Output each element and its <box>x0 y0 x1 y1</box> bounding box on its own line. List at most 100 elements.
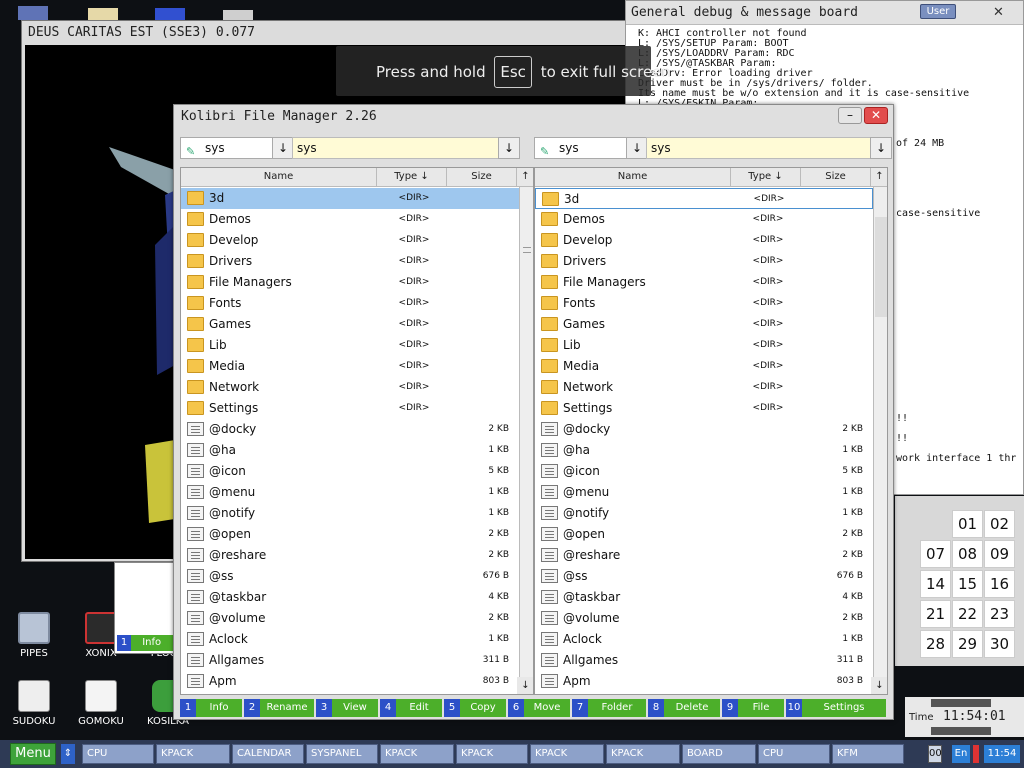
left-file-panel[interactable]: Name Type ↓ Size ↑ 3d <DIR> Demos <DIR> Deve… <box>180 167 534 695</box>
calendar-day[interactable]: 15 <box>952 570 983 598</box>
col-header-size[interactable]: Size <box>801 168 871 187</box>
left-scrollbar[interactable] <box>519 187 533 677</box>
fkey-settings-button[interactable]: 10 Settings <box>786 699 888 717</box>
folder-row[interactable]: Fonts <DIR> <box>181 293 519 314</box>
calendar-day[interactable]: 22 <box>952 600 983 628</box>
col-header-size[interactable]: Size <box>447 168 517 187</box>
calendar-day[interactable]: 14 <box>920 570 951 598</box>
file-row[interactable]: @open 2 KB <box>181 524 519 545</box>
col-header-name[interactable]: Name <box>535 168 731 187</box>
folder-row[interactable]: Games <DIR> <box>535 314 873 335</box>
fkey-delete-button[interactable]: 8 Delete <box>648 699 722 717</box>
file-row[interactable]: @volume 2 KB <box>181 608 519 629</box>
calendar-day[interactable]: 16 <box>984 570 1015 598</box>
left-path-input[interactable]: sys <box>292 137 500 159</box>
taskbar-item[interactable]: KPACK <box>456 744 528 764</box>
calendar-day[interactable]: 21 <box>920 600 951 628</box>
tray-lang[interactable]: En <box>952 745 970 763</box>
taskbar-item[interactable]: KPACK <box>530 744 604 764</box>
fkey-file-button[interactable]: 9 File <box>722 699 786 717</box>
file-row[interactable]: @ss 676 B <box>181 566 519 587</box>
file-row[interactable]: @reshare 2 KB <box>181 545 519 566</box>
close-button[interactable]: ✕ <box>864 107 888 124</box>
file-row[interactable]: @icon 5 KB <box>535 461 873 482</box>
folder-row[interactable]: Lib <DIR> <box>535 335 873 356</box>
calendar-day[interactable]: 09 <box>984 540 1015 568</box>
folder-row[interactable]: Games <DIR> <box>181 314 519 335</box>
left-drive-select[interactable]: ✎ sys <box>180 137 274 159</box>
switch-icon[interactable]: ⇕ <box>61 744 75 764</box>
scrollbar-thumb[interactable] <box>875 217 887 317</box>
desktop-icon[interactable] <box>223 10 253 20</box>
info-fkey[interactable]: 1 Info <box>117 635 173 651</box>
file-row[interactable]: Aclock 1 KB <box>535 629 873 650</box>
calendar-day[interactable]: 08 <box>952 540 983 568</box>
calendar-day[interactable]: 02 <box>984 510 1015 538</box>
file-row[interactable]: @menu 1 KB <box>181 482 519 503</box>
chevron-down-icon[interactable]: ↓ <box>498 137 520 159</box>
chevron-down-icon[interactable]: ↓ <box>626 137 648 159</box>
chevron-down-icon[interactable]: ↓ <box>272 137 294 159</box>
right-drive-select[interactable]: ✎ sys <box>534 137 628 159</box>
calendar-day[interactable]: 30 <box>984 630 1015 658</box>
folder-row[interactable]: Settings <DIR> <box>535 398 873 419</box>
scroll-down-button[interactable]: ↓ <box>517 677 533 694</box>
calendar-day[interactable]: 07 <box>920 540 951 568</box>
fkey-folder-button[interactable]: 7 Folder <box>572 699 648 717</box>
taskbar-item[interactable]: BOARD <box>682 744 756 764</box>
taskbar-item[interactable]: KPACK <box>156 744 230 764</box>
file-row[interactable]: @menu 1 KB <box>535 482 873 503</box>
minimize-button[interactable]: – <box>838 107 862 124</box>
taskbar-item[interactable]: KPACK <box>606 744 680 764</box>
file-row[interactable]: Apm 803 B <box>181 671 519 692</box>
fkey-copy-button[interactable]: 5 Copy <box>444 699 508 717</box>
file-row[interactable]: @ha 1 KB <box>181 440 519 461</box>
right-file-panel[interactable]: Name Type ↓ Size ↑ 3d <DIR> Demos <DIR> Deve… <box>534 167 888 695</box>
folder-row[interactable]: Lib <DIR> <box>181 335 519 356</box>
folder-row[interactable]: 3d <DIR> <box>535 188 873 209</box>
folder-row[interactable]: Drivers <DIR> <box>535 251 873 272</box>
calendar-day[interactable]: 01 <box>952 510 983 538</box>
file-row[interactable]: @reshare 2 KB <box>535 545 873 566</box>
clock-buttons[interactable] <box>931 727 991 735</box>
desktop-icon[interactable] <box>88 8 118 20</box>
file-row[interactable]: @docky 2 KB <box>535 419 873 440</box>
menu-button[interactable]: Menu <box>10 743 56 765</box>
folder-row[interactable]: Network <DIR> <box>181 377 519 398</box>
file-row[interactable]: @volume 2 KB <box>535 608 873 629</box>
close-icon[interactable]: ✕ <box>993 5 1004 20</box>
file-row[interactable]: @docky 2 KB <box>181 419 519 440</box>
folder-row[interactable]: Fonts <DIR> <box>535 293 873 314</box>
taskbar-item[interactable]: CALENDAR <box>232 744 304 764</box>
col-header-type[interactable]: Type ↓ <box>731 168 801 187</box>
desktop-icon-gomoku[interactable]: GOMOKU <box>73 680 129 727</box>
file-row[interactable]: @ss 676 B <box>535 566 873 587</box>
scroll-up-button[interactable]: ↑ <box>517 168 533 187</box>
tray-lang-counter[interactable]: 00 <box>928 745 942 763</box>
taskbar-item[interactable]: SYSPANEL <box>306 744 378 764</box>
desktop-icon[interactable] <box>155 8 185 20</box>
scroll-up-button[interactable]: ↑ <box>871 168 887 187</box>
folder-row[interactable]: File Managers <DIR> <box>535 272 873 293</box>
file-row[interactable]: @icon 5 KB <box>181 461 519 482</box>
calendar-day[interactable]: 23 <box>984 600 1015 628</box>
folder-row[interactable]: Demos <DIR> <box>535 209 873 230</box>
taskbar-item[interactable]: CPU <box>758 744 830 764</box>
fkey-rename-button[interactable]: 2 Rename <box>244 699 316 717</box>
user-button[interactable]: User <box>920 4 956 19</box>
file-row[interactable]: Allgames 311 B <box>535 650 873 671</box>
scroll-down-button[interactable]: ↓ <box>871 677 887 694</box>
fkey-edit-button[interactable]: 4 Edit <box>380 699 444 717</box>
folder-row[interactable]: Network <DIR> <box>535 377 873 398</box>
background-info-window[interactable]: 1 Info <box>114 562 174 654</box>
fkey-move-button[interactable]: 6 Move <box>508 699 572 717</box>
folder-row[interactable]: Demos <DIR> <box>181 209 519 230</box>
kfm-window[interactable]: Kolibri File Manager 2.26 – ✕ ✎ sys ↓ sy… <box>173 104 894 720</box>
folder-row[interactable]: Media <DIR> <box>535 356 873 377</box>
right-scrollbar[interactable] <box>873 187 887 677</box>
file-row[interactable]: Allgames 311 B <box>181 650 519 671</box>
calendar-day[interactable]: 29 <box>952 630 983 658</box>
desktop-icon-pipes[interactable]: PIPES <box>6 612 62 659</box>
taskbar-item[interactable]: KPACK <box>380 744 454 764</box>
calendar-day[interactable]: 28 <box>920 630 951 658</box>
